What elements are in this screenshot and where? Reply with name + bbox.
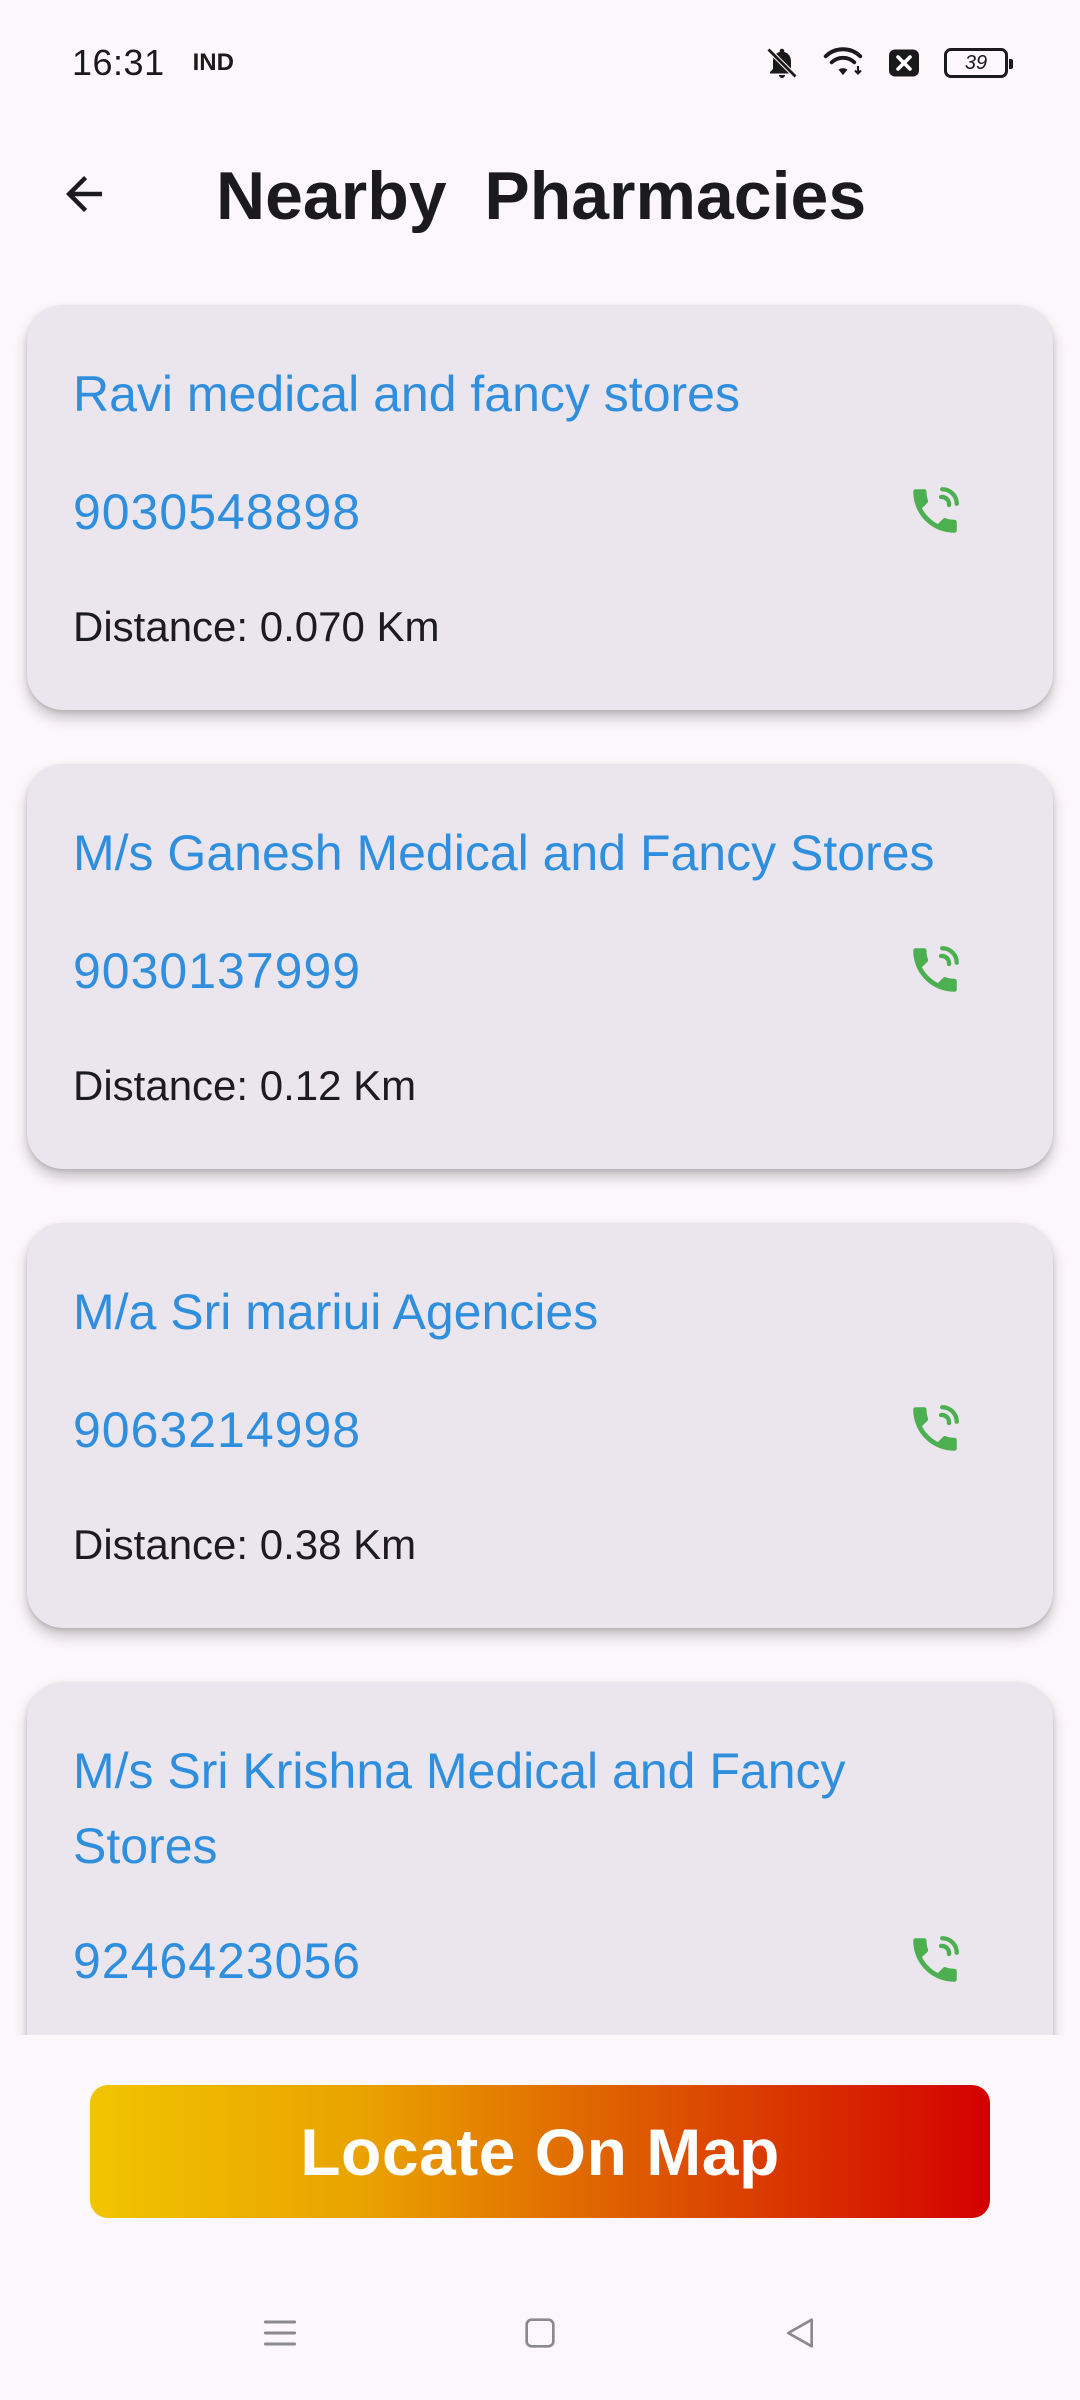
menu-icon (258, 2311, 302, 2360)
status-icons: 39 (764, 45, 1013, 81)
status-bar: 16:31 IND 39 (0, 0, 1080, 126)
pharmacy-name[interactable]: M/s Sri Krishna Medical and Fancy Stores (73, 1734, 973, 1884)
phone-call-icon (906, 482, 964, 545)
back-button[interactable] (44, 156, 124, 236)
pharmacy-distance: Distance: 0.070 Km (73, 603, 440, 650)
phone-call-icon (906, 1931, 964, 1994)
status-time: 16:31 (72, 42, 165, 83)
pharmacy-card[interactable]: Ravi medical and fancy stores 9030548898… (27, 305, 1053, 710)
wifi-icon (822, 45, 864, 81)
status-left: 16:31 IND (72, 42, 234, 84)
recents-button[interactable] (250, 2305, 310, 2365)
pharmacy-phone[interactable]: 9030548898 (73, 483, 361, 541)
battery-icon: 39 (944, 48, 1013, 78)
bell-off-icon (764, 45, 800, 81)
home-square-icon (520, 2313, 560, 2358)
arrow-left-icon (57, 167, 111, 226)
call-button[interactable] (897, 934, 973, 1010)
call-button[interactable] (897, 1393, 973, 1469)
page-title: Nearby Pharmacies (216, 158, 867, 234)
pharmacy-name[interactable]: M/s Ganesh Medical and Fancy Stores (73, 816, 1033, 891)
pharmacy-card[interactable]: M/s Sri Krishna Medical and Fancy Stores… (27, 1682, 1053, 2035)
pharmacy-list[interactable]: Ravi medical and fancy stores 9030548898… (0, 300, 1080, 2035)
navigation-bar (0, 2270, 1080, 2400)
pharmacy-distance: Distance: 0.12 Km (73, 1062, 417, 1109)
pharmacy-phone[interactable]: 9246423056 (73, 1932, 361, 1990)
locate-on-map-label: Locate On Map (300, 2114, 780, 2189)
carrier-label: IND (192, 49, 234, 76)
home-button[interactable] (510, 2305, 570, 2365)
call-button[interactable] (897, 1924, 973, 2000)
pharmacy-phone[interactable]: 9063214998 (73, 1401, 361, 1459)
system-back-button[interactable] (770, 2305, 830, 2365)
pharmacy-name[interactable]: M/a Sri mariui Agencies (73, 1275, 1033, 1350)
back-triangle-icon (780, 2313, 820, 2358)
phone-call-icon (906, 1400, 964, 1463)
pharmacy-card[interactable]: M/a Sri mariui Agencies 9063214998 Dista… (27, 1223, 1053, 1628)
pharmacy-distance: Distance: 0.38 Km (73, 1521, 417, 1568)
pharmacy-phone[interactable]: 9030137999 (73, 942, 361, 1000)
pharmacy-name[interactable]: Ravi medical and fancy stores (73, 357, 1033, 432)
locate-on-map-button[interactable]: Locate On Map (90, 2085, 990, 2218)
pharmacy-card[interactable]: M/s Ganesh Medical and Fancy Stores 9030… (27, 764, 1053, 1169)
close-box-icon (886, 45, 922, 81)
phone-call-icon (906, 941, 964, 1004)
call-button[interactable] (897, 475, 973, 551)
screen: 16:31 IND 39 Nearby Pharmacies Ravi medi… (0, 0, 1080, 2400)
app-bar: Nearby Pharmacies (0, 126, 1080, 266)
